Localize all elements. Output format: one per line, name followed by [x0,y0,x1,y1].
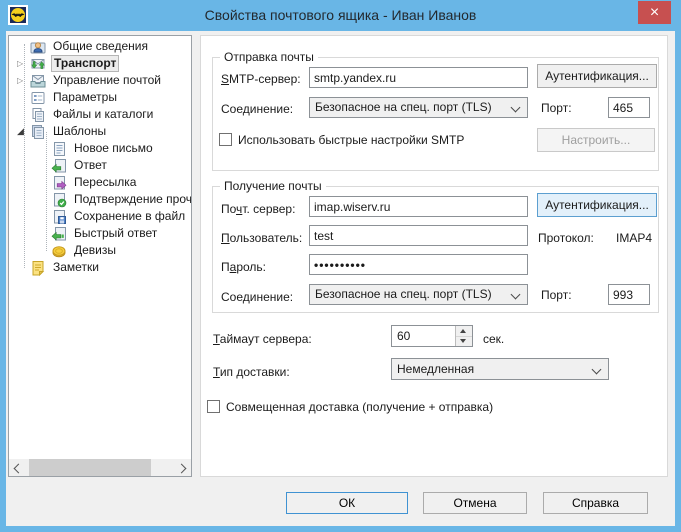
options-icon [30,90,46,106]
tree-item-label: Быстрый ответ [72,226,159,241]
transport-settings-panel: Отправка почты SMTP-сервер: Аутентификац… [200,35,668,477]
settings-tree: Общие сведения Транспорт Управление почт… [8,35,192,477]
tree-item-files-folders[interactable]: Файлы и каталоги [9,106,191,123]
tree-item-reply[interactable]: Ответ [9,157,191,174]
password-input[interactable] [309,254,528,275]
tree-item-label: Файлы и каталоги [51,107,155,122]
mail-port-label: Порт: [541,288,572,303]
tree-item-label: Подтверждение прочтения [72,192,192,207]
quick-reply-icon [51,226,67,242]
mail-server-label: Почт. сервер: [221,202,295,217]
tree-item-forward[interactable]: Пересылка [9,174,191,191]
files-folders-icon [30,107,46,123]
tree-item-label: Девизы [72,243,118,258]
chevron-down-icon [592,365,602,375]
templates-icon [30,124,46,140]
combined-delivery-checkbox[interactable] [207,400,220,413]
timeout-unit-label: сек. [483,332,504,347]
combined-delivery-checkbox-label[interactable]: Совмещенная доставка (получение + отправ… [226,400,493,415]
smtp-server-label: SMTP-сервер: [221,72,301,87]
tree-item-label: Сохранение в файл [72,209,187,224]
title-bar: Свойства почтового ящика - Иван Иванов [0,0,681,31]
scrollbar-thumb[interactable] [29,459,151,476]
smtp-connection-label: Соединение: [221,102,293,117]
tree-item-label: Параметры [51,90,119,105]
scroll-right-icon[interactable] [174,459,191,476]
horizontal-scrollbar[interactable] [9,459,191,476]
user-label: Пользователь: [221,231,302,246]
spin-down-icon[interactable] [456,336,472,346]
tree-item-label: Заметки [51,260,101,275]
mail-port-input[interactable] [608,284,650,305]
tree-item-notes[interactable]: Заметки [9,259,191,276]
reply-icon [51,158,67,174]
smtp-server-input[interactable] [309,67,528,88]
help-button[interactable]: Справка [543,492,648,514]
new-message-icon [51,141,67,157]
smtp-port-label: Порт: [541,101,572,116]
tree-item-label: Новое письмо [72,141,155,156]
chevron-down-icon [511,290,521,300]
smtp-connection-select[interactable]: Безопасное на спец. порт (TLS) [309,97,528,118]
mail-authentication-button[interactable]: Аутентификация... [537,193,657,217]
chevron-down-icon [511,103,521,113]
receiving-group-title: Получение почты [220,179,326,193]
tree-item-quick-reply[interactable]: Быстрый ответ [9,225,191,242]
tree-item-transport[interactable]: Транспорт [9,55,191,72]
tree-item-label: Шаблоны [51,124,108,139]
mottos-icon [51,243,67,259]
tree-item-label: Ответ [72,158,109,173]
quick-smtp-checkbox[interactable] [219,133,232,146]
timeout-stepper[interactable]: 60 [391,325,473,347]
tree-item-label: Транспорт [51,55,119,72]
tree-item-mail-management[interactable]: Управление почтой [9,72,191,89]
protocol-value: IMAP4 [616,231,652,246]
configure-smtp-button[interactable]: Настроить... [537,128,655,152]
transport-icon [30,56,46,72]
mailbox-properties-dialog: Свойства почтового ящика - Иван Иванов О… [0,0,681,532]
forward-icon [51,175,67,191]
tree-item-label: Общие сведения [51,39,150,54]
expanded-arrow-icon[interactable] [17,126,29,137]
sending-group-title: Отправка почты [220,50,318,64]
delivery-type-select[interactable]: Немедленная [391,358,609,380]
user-input[interactable] [309,225,528,246]
tree-item-options[interactable]: Параметры [9,89,191,106]
collapsed-arrow-icon[interactable] [17,59,29,68]
close-icon[interactable] [638,1,671,24]
read-confirmation-icon [51,192,67,208]
tree-item-label: Пересылка [72,175,138,190]
save-to-file-icon [51,209,67,225]
scroll-left-icon[interactable] [9,459,26,476]
tree-item-read-confirmation[interactable]: Подтверждение прочтения [9,191,191,208]
dialog-body: Общие сведения Транспорт Управление почт… [6,31,675,526]
timeout-label: Таймаут сервера: [213,332,312,347]
tree-item-save-to-file[interactable]: Сохранение в файл [9,208,191,225]
mail-connection-select[interactable]: Безопасное на спец. порт (TLS) [309,284,528,305]
smtp-authentication-button[interactable]: Аутентификация... [537,64,657,88]
delivery-type-label: Тип доставки: [213,365,290,380]
tree-item-new-message[interactable]: Новое письмо [9,140,191,157]
mail-management-icon [30,73,46,89]
tree-item-label: Управление почтой [51,73,163,88]
mail-connection-label: Соединение: [221,290,293,305]
mail-server-input[interactable] [309,196,528,217]
tree-item-mottos[interactable]: Девизы [9,242,191,259]
tree-item-templates[interactable]: Шаблоны [9,123,191,140]
collapsed-arrow-icon[interactable] [17,76,29,85]
cancel-button[interactable]: Отмена [423,492,527,514]
protocol-label: Протокол: [538,231,594,246]
notes-icon [30,260,46,276]
quick-smtp-checkbox-label[interactable]: Использовать быстрые настройки SMTP [238,133,464,148]
window-title: Свойства почтового ящика - Иван Иванов [0,7,681,23]
account-info-icon [30,39,46,55]
tree-item-general-info[interactable]: Общие сведения [9,38,191,55]
smtp-port-input[interactable] [608,97,650,118]
ok-button[interactable]: ОК [286,492,408,514]
password-label: Пароль: [221,260,266,275]
